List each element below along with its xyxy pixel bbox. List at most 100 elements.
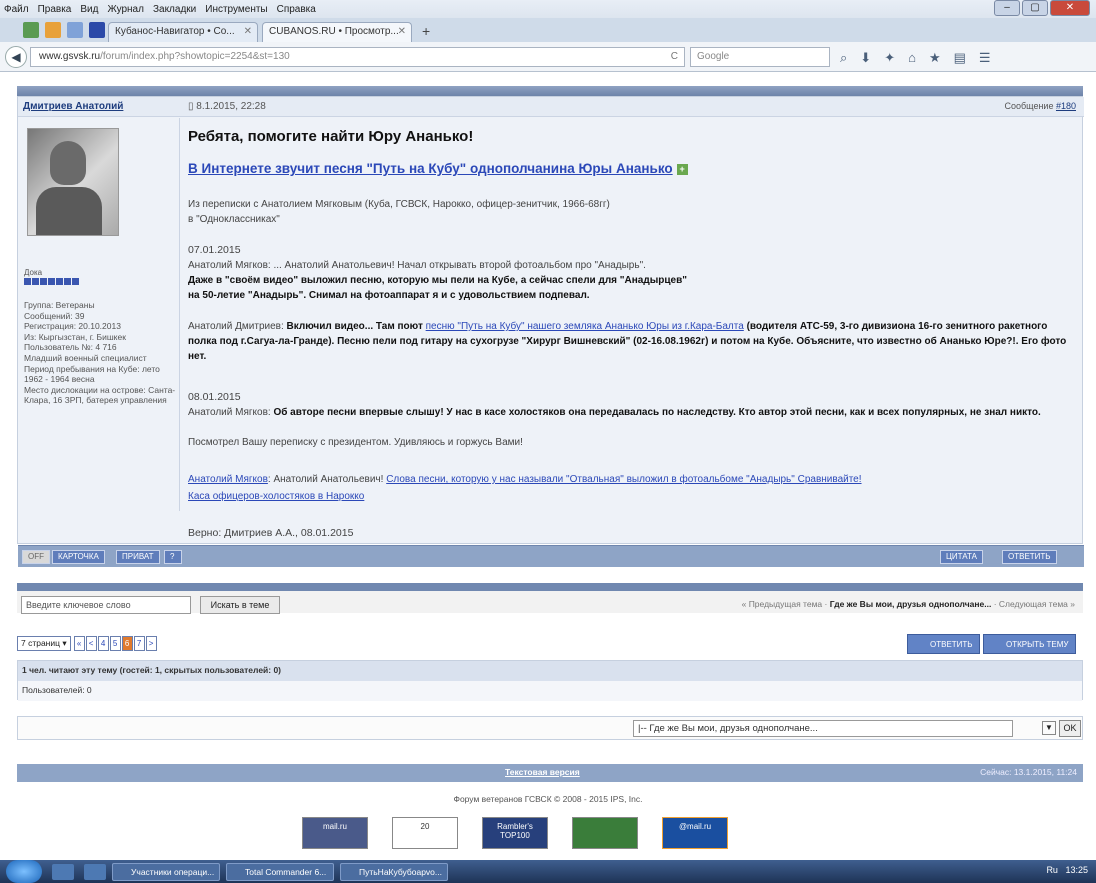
- quote-button[interactable]: ЦИТАТА: [940, 550, 983, 564]
- intro-2: в "Одноклассниках": [188, 214, 280, 225]
- speaker: Анатолий Мягков:: [188, 407, 274, 418]
- expand-icon[interactable]: +: [676, 164, 688, 175]
- song-link[interactable]: песню "Путь на Кубу" нашего земляка Анан…: [426, 321, 744, 332]
- addon-icon[interactable]: ✦: [884, 50, 895, 66]
- counter-badge[interactable]: 20: [392, 817, 458, 849]
- author-sidebar: Дока Группа: Ветераны Сообщений: 39 Реги…: [18, 118, 180, 511]
- ok-button[interactable]: OK: [1059, 720, 1081, 737]
- user-from: Из: Кыргызстан, г. Бишкек: [24, 331, 126, 342]
- menu-tools[interactable]: Инструменты: [205, 4, 267, 15]
- close-icon[interactable]: ✕: [398, 26, 406, 37]
- search-input[interactable]: Google: [690, 47, 830, 67]
- page-5[interactable]: 5: [109, 636, 121, 651]
- reply-button[interactable]: ОТВЕТИТЬ: [1002, 550, 1057, 564]
- counter-badges: mail.ru 20 Rambler's TOP100 @mail.ru: [302, 817, 752, 849]
- pagination: 7 страниц ▾ « < 4 5 6 7 >: [17, 636, 158, 651]
- system-tray: Ru 13:25: [1046, 865, 1088, 875]
- back-icon[interactable]: ◀: [5, 45, 27, 68]
- windows-taskbar: Участники операци... Total Commander 6..…: [0, 860, 1096, 883]
- new-topic-button[interactable]: ОТКРЫТЬ ТЕМУ: [983, 634, 1076, 654]
- menu-bookmarks[interactable]: Закладки: [153, 4, 196, 15]
- menu-edit[interactable]: Правка: [38, 4, 72, 15]
- close-button[interactable]: ✕: [1050, 0, 1090, 16]
- message-5b: Каса офицеров-холостяков в Нарокко: [188, 489, 1078, 504]
- barracks-link[interactable]: Каса офицеров-холостяков в Нарокко: [188, 491, 364, 502]
- star-icon[interactable]: [67, 22, 83, 38]
- current-time: Сейчас: 13.1.2015, 11:24: [980, 767, 1077, 777]
- post-subtitle-link[interactable]: В Интернете звучит песня "Путь на Кубу" …: [188, 161, 688, 176]
- lang-indicator[interactable]: Ru: [1046, 865, 1058, 875]
- post-author[interactable]: Дмитриев Анатолий: [23, 101, 123, 112]
- close-icon[interactable]: ✕: [244, 26, 252, 37]
- taskbar-item[interactable]: Total Commander 6...: [226, 862, 334, 881]
- taskbar-item[interactable]: Участники операци...: [112, 862, 220, 881]
- forum-jump: |-- Где же Вы мои, друзья однополчане...…: [17, 716, 1083, 740]
- warn-icon[interactable]: ?: [164, 550, 182, 564]
- mailru-catalog-badge[interactable]: @mail.ru: [662, 817, 728, 849]
- page-first[interactable]: «: [73, 636, 85, 651]
- folder-icon[interactable]: [84, 863, 106, 880]
- chevron-down-icon[interactable]: ▼: [1042, 721, 1056, 735]
- minimize-button[interactable]: –: [994, 0, 1020, 16]
- star-icon[interactable]: ★: [929, 50, 941, 66]
- clipboard-icon[interactable]: ▤: [954, 50, 966, 66]
- prev-topic-link[interactable]: « Предыдущая тема ·: [742, 599, 830, 609]
- page-prev[interactable]: <: [85, 636, 97, 651]
- page-7[interactable]: 7: [133, 636, 145, 651]
- post-number-link[interactable]: #180: [1056, 101, 1076, 111]
- private-button[interactable]: ПРИВАТ: [116, 550, 160, 564]
- author-link[interactable]: Анатолий Мягков: [188, 474, 268, 485]
- user-role: Младший военный специалист: [24, 352, 147, 363]
- tab-kubanos[interactable]: Кубанос-Навигатор • Со... ✕: [108, 22, 258, 42]
- search-in-topic-button[interactable]: Искать в теме: [200, 596, 280, 614]
- clock[interactable]: 13:25: [1065, 865, 1088, 875]
- start-button[interactable]: [6, 860, 42, 883]
- menu-file[interactable]: Файл: [4, 4, 29, 15]
- off-button[interactable]: OFF: [22, 550, 50, 564]
- menu-help[interactable]: Справка: [277, 4, 316, 15]
- green-badge[interactable]: [572, 817, 638, 849]
- page-6-current[interactable]: 6: [121, 636, 133, 651]
- mailru-counter[interactable]: mail.ru: [302, 817, 368, 849]
- reload-icon[interactable]: C: [671, 51, 678, 62]
- page-4[interactable]: 4: [97, 636, 109, 651]
- card-button[interactable]: КАРТОЧКА: [52, 550, 105, 564]
- pages-dropdown[interactable]: 7 страниц ▾: [17, 636, 71, 651]
- browser-tabbar: Кубанос-Навигатор • Со... ✕ CUBANOS.RU • …: [0, 18, 1096, 42]
- home-icon[interactable]: ⌂: [908, 50, 916, 66]
- reply-topic-button[interactable]: ОТВЕТИТЬ: [907, 634, 980, 654]
- menu-history[interactable]: Журнал: [107, 4, 144, 15]
- post-number: Сообщение #180: [1004, 101, 1076, 111]
- menu-icon[interactable]: ☰: [979, 50, 991, 66]
- bookmark-icon[interactable]: [45, 22, 61, 38]
- next-topic-link[interactable]: · Следующая тема »: [991, 599, 1075, 609]
- current-topic[interactable]: Где же Вы мои, друзья однополчане...: [830, 599, 992, 609]
- text-version-link[interactable]: Текстовая версия: [505, 767, 580, 777]
- tab-cubanos[interactable]: CUBANOS.RU • Просмотр... ✕: [262, 22, 412, 42]
- e-icon[interactable]: [89, 22, 105, 38]
- url-domain: www.gsvsk.ru: [39, 51, 101, 62]
- message-text: : Анатолий Анатольевич!: [267, 474, 387, 485]
- tab-label: CUBANOS.RU • Просмотр...: [269, 26, 399, 37]
- forum-jump-select[interactable]: |-- Где же Вы мои, друзья однополчане...: [633, 720, 1013, 737]
- url-path: /forum/index.php?showtopic=2254&st=130: [100, 51, 290, 62]
- speaker: Анатолий Дмитриев:: [188, 321, 287, 332]
- maximize-button[interactable]: ▢: [1022, 0, 1048, 16]
- page-next[interactable]: >: [145, 636, 157, 651]
- message-3: Анатолий Мягков: Об авторе песни впервые…: [188, 405, 1078, 420]
- bold-text: Об авторе песни впервые слышу! У нас в к…: [273, 407, 1041, 418]
- tab-label: Кубанос-Навигатор • Со...: [115, 26, 235, 37]
- avatar: [27, 128, 119, 236]
- keyword-input[interactable]: Введите ключевое слово: [21, 596, 191, 614]
- download-icon[interactable]: ⬇: [860, 50, 871, 66]
- search-icon[interactable]: ⌕: [840, 50, 847, 66]
- addon-icon[interactable]: [23, 22, 39, 38]
- lyrics-link[interactable]: Слова песни, которую у нас называли "Отв…: [386, 474, 861, 485]
- date-2: 08.01.2015: [188, 391, 241, 403]
- rambler-badge[interactable]: Rambler's TOP100: [482, 817, 548, 849]
- new-tab-button[interactable]: +: [422, 23, 430, 39]
- ie-icon[interactable]: [52, 863, 74, 880]
- taskbar-item[interactable]: ПутьНаКубубоарvo...: [340, 862, 448, 881]
- menu-view[interactable]: Вид: [80, 4, 98, 15]
- url-bar[interactable]: www.gsvsk.ru/forum/index.php?showtopic=2…: [30, 47, 685, 67]
